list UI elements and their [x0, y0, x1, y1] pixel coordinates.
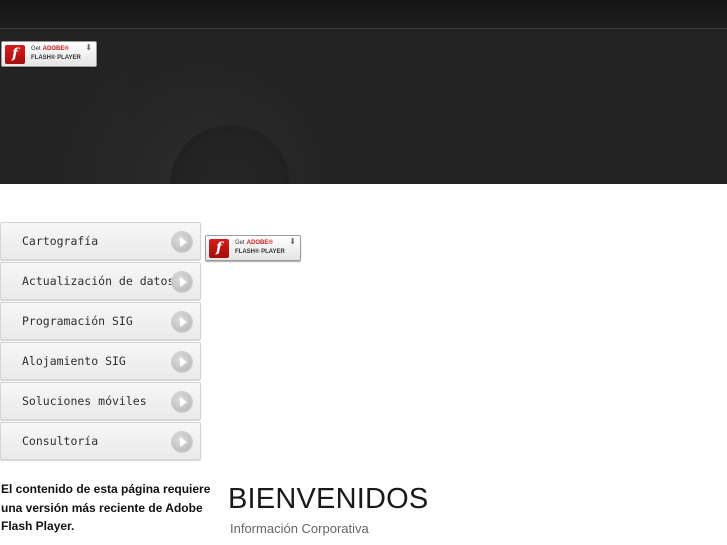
flash-badge-adobe-text: ADOBE® — [246, 240, 273, 246]
menu-item-label: Soluciones móviles — [22, 394, 147, 408]
flash-badge-adobe-text: ADOBE® — [42, 46, 69, 52]
flash-badge-line1: Get ADOBE® — [235, 240, 273, 247]
menu-item-cartografia[interactable]: Cartografía — [0, 222, 201, 260]
menu-item-label: Programación SIG — [22, 314, 133, 328]
get-flash-player-button-header[interactable]: f Get ADOBE® FLASH® PLAYER ⬇ — [1, 41, 97, 67]
flash-required-notice: El contenido de esta página requiere una… — [1, 482, 211, 533]
play-arrow-icon — [172, 272, 192, 292]
play-arrow-icon — [172, 352, 192, 372]
header-banner: f Get ADOBE® FLASH® PLAYER ⬇ — [0, 0, 727, 184]
flash-badge-get-text: Get — [235, 240, 245, 246]
download-arrow-icon: ⬇ — [85, 43, 92, 52]
play-arrow-icon — [172, 232, 192, 252]
download-arrow-icon: ⬇ — [289, 237, 296, 246]
menu-item-label: Actualización de datos — [22, 274, 175, 288]
service-menu: Cartografía Actualización de datos Progr… — [0, 222, 201, 462]
menu-item-actualizacion-de-datos[interactable]: Actualización de datos — [0, 262, 201, 300]
flash-badge-line1: Get ADOBE® — [31, 46, 69, 53]
get-flash-player-button-content[interactable]: f Get ADOBE® FLASH® PLAYER ⬇ — [205, 235, 301, 261]
flash-badge-line2: FLASH® PLAYER — [235, 249, 285, 255]
page: f Get ADOBE® FLASH® PLAYER ⬇ Cartografía … — [0, 0, 727, 545]
flash-badge-get-text: Get — [31, 46, 41, 52]
header-background-graphic — [55, 35, 355, 184]
flash-badge-line2: FLASH® PLAYER — [31, 55, 81, 61]
play-arrow-icon — [172, 432, 192, 452]
play-arrow-icon — [172, 392, 192, 412]
flash-logo-icon: f — [209, 239, 229, 258]
welcome-subtitle: Información Corporativa — [230, 521, 369, 536]
menu-item-consultoria[interactable]: Consultoría — [0, 422, 201, 460]
menu-item-alojamiento-sig[interactable]: Alojamiento SIG — [0, 342, 201, 380]
welcome-title: BIENVENIDOS — [228, 483, 429, 515]
play-arrow-icon — [172, 312, 192, 332]
menu-item-soluciones-moviles[interactable]: Soluciones móviles — [0, 382, 201, 420]
menu-item-label: Alojamiento SIG — [22, 354, 126, 368]
header-top-bar — [0, 0, 727, 29]
menu-item-programacion-sig[interactable]: Programación SIG — [0, 302, 201, 340]
header-background-graphic-inner — [170, 125, 290, 184]
menu-item-label: Consultoría — [22, 434, 99, 448]
menu-item-label: Cartografía — [22, 234, 99, 248]
flash-logo-icon: f — [5, 45, 25, 64]
